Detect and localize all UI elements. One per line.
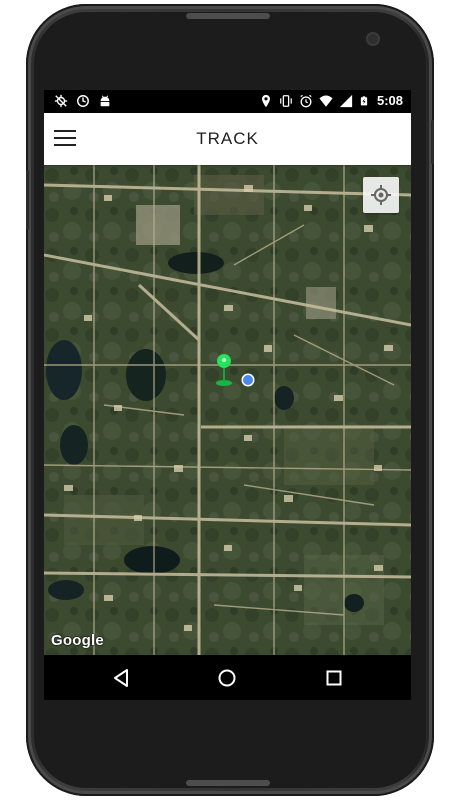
status-bar: 5:08 [44, 90, 411, 113]
home-icon[interactable] [214, 665, 240, 691]
map-imagery[interactable] [44, 165, 411, 655]
top-speaker-grille [186, 13, 270, 19]
lake [46, 340, 82, 400]
lake [60, 425, 88, 465]
lake [168, 252, 224, 274]
no-gps-icon [54, 94, 68, 108]
my-location-icon [371, 185, 391, 205]
page-title: TRACK [196, 129, 259, 148]
my-location-button[interactable] [363, 177, 399, 213]
navigation-bar [44, 655, 411, 700]
field-patch [194, 175, 264, 215]
back-icon[interactable] [108, 665, 134, 691]
wifi-icon [319, 95, 333, 107]
town-area [306, 287, 336, 319]
battery-charging-icon [360, 95, 368, 105]
alarm-clock-icon [77, 95, 89, 107]
lake [274, 386, 294, 410]
location-pin-icon [262, 94, 270, 107]
android-icon [100, 95, 110, 107]
power-button[interactable] [431, 120, 434, 164]
app-bar: TRACK [44, 113, 411, 165]
town-area [136, 205, 180, 245]
signal-icon [339, 94, 353, 107]
field-patch [64, 495, 144, 545]
lake [48, 580, 84, 600]
lake [344, 594, 364, 612]
vibrate-icon [280, 94, 292, 107]
google-attribution-logo: Google [51, 632, 104, 649]
current-location-dot [241, 373, 255, 387]
front-camera [366, 32, 380, 46]
alarm-icon [300, 94, 312, 107]
volume-button[interactable] [26, 170, 29, 230]
device-screen: 5:08 TRACK Google [44, 90, 411, 700]
lake [124, 546, 180, 574]
field-patch [284, 425, 374, 485]
bottom-speaker-grille [186, 780, 270, 786]
recents-icon[interactable] [321, 665, 347, 691]
status-time: 5:08 [376, 93, 403, 108]
satellite-map[interactable]: Google [44, 165, 411, 655]
lake [126, 349, 166, 401]
